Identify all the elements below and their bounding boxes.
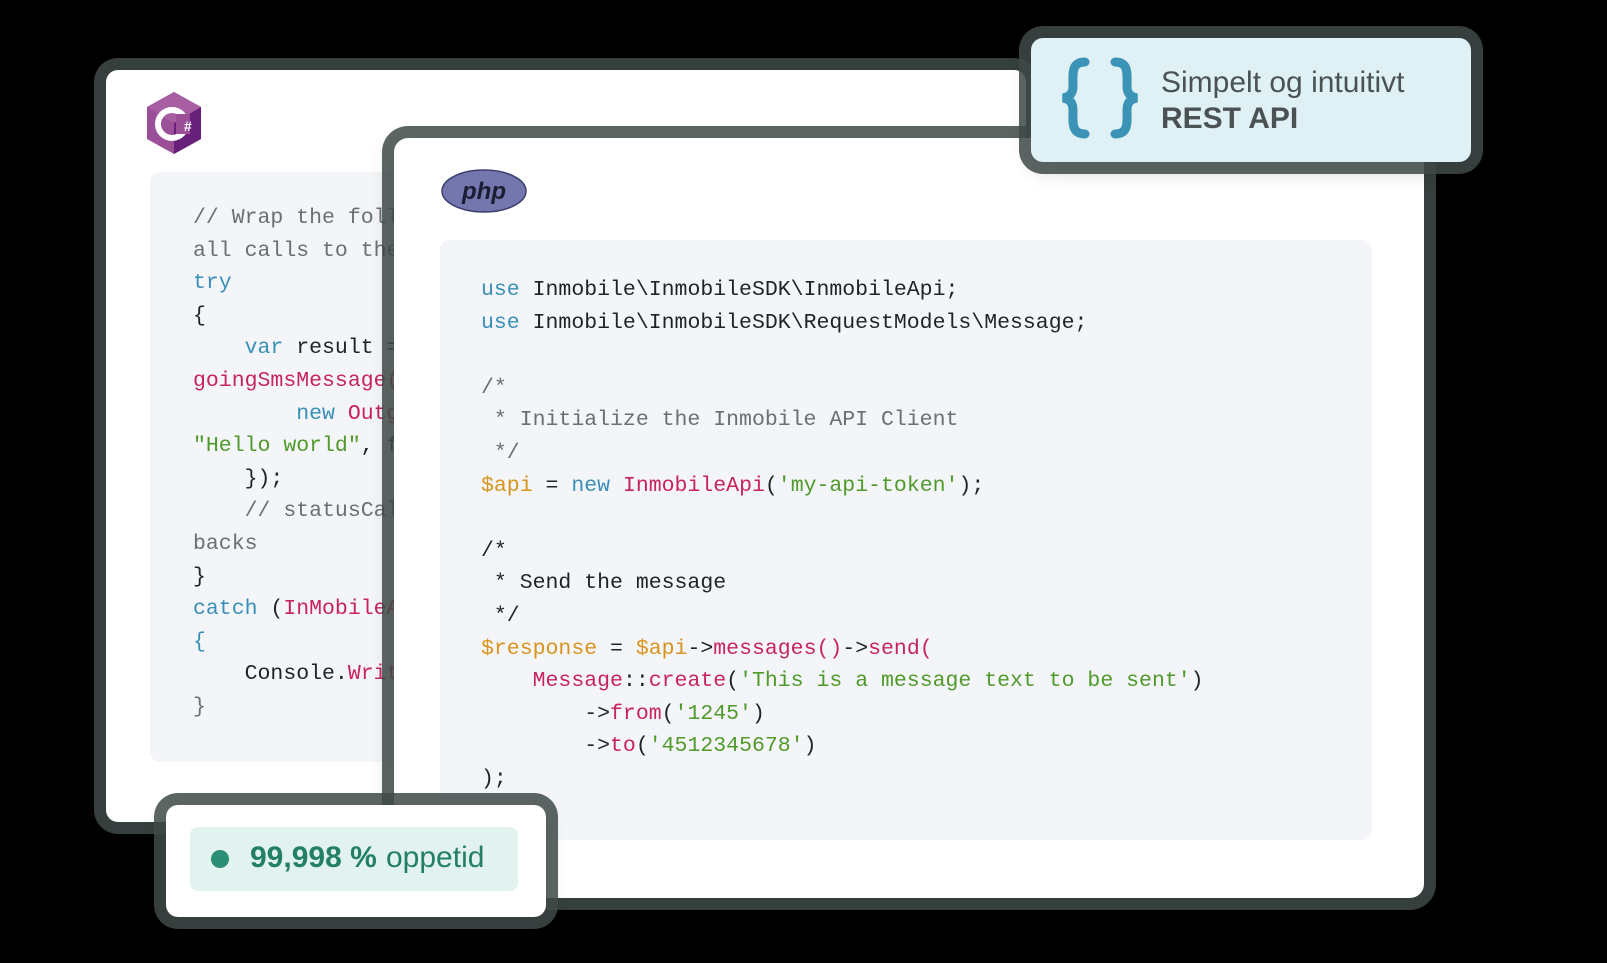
code-token: (: [257, 597, 284, 622]
code-token: Console.: [193, 662, 348, 687]
code-token: backs: [193, 531, 258, 556]
php-code-line: ->to('4512345678'): [481, 730, 1372, 763]
uptime-badge: 99,998 % oppetid: [190, 827, 518, 891]
php-code-line: use Inmobile\InmobileSDK\InmobileApi;: [481, 274, 1372, 307]
php-code-card: php use Inmobile\InmobileSDK\InmobileApi…: [394, 138, 1424, 898]
code-token: =: [532, 473, 572, 498]
php-code-line: [481, 502, 1372, 535]
code-token: }: [193, 564, 206, 589]
rest-callout-title: REST API: [1161, 102, 1299, 135]
code-token: $api: [635, 636, 688, 661]
code-token: '4512345678': [648, 734, 804, 759]
code-token: new: [296, 401, 335, 426]
code-token: try: [193, 271, 232, 296]
code-token: to: [610, 734, 636, 759]
code-token: ): [1190, 669, 1204, 694]
code-token: */: [481, 440, 520, 465]
code-token: result =: [283, 336, 400, 361]
code-token: ): [803, 734, 817, 759]
code-token: {: [193, 303, 206, 328]
php-code-line: /*: [481, 535, 1372, 568]
code-token: $api: [481, 473, 533, 498]
code-token: /*: [481, 375, 507, 400]
php-code-line: * Initialize the Inmobile API Client: [481, 404, 1372, 437]
code-token: * Initialize the Inmobile API Client: [481, 408, 959, 433]
code-token: (: [726, 669, 740, 694]
php-code-line: ->from('1245'): [481, 698, 1372, 731]
code-token: );: [481, 766, 507, 791]
code-token: Message: [532, 669, 623, 694]
csharp-logo-icon: #: [147, 92, 201, 154]
php-code-line: /*: [481, 372, 1372, 405]
php-logo-text: php: [461, 178, 506, 205]
code-token: messages(): [713, 636, 843, 661]
code-token: ->: [687, 636, 714, 661]
code-token: InMobileA: [283, 597, 400, 622]
php-code-line: Message::create('This is a message text …: [481, 665, 1372, 698]
code-token: send(: [868, 636, 933, 661]
uptime-label: oppetid: [386, 841, 485, 874]
code-token: (: [635, 734, 649, 759]
code-token: InmobileApi: [622, 473, 765, 498]
code-token: Inmobile\InmobileSDK\RequestModels\Messa…: [519, 310, 1088, 335]
code-token: // statusCal: [193, 499, 400, 524]
code-token: goingSmsMessage(: [193, 368, 400, 393]
code-token: Writ: [347, 662, 400, 687]
code-token: * Send the message: [481, 571, 727, 596]
php-code-block: use Inmobile\InmobileSDK\InmobileApi; use…: [440, 240, 1372, 840]
curly-braces-icon: [1062, 57, 1138, 139]
php-code-line: [481, 339, 1372, 372]
code-token: 'my-api-token': [777, 473, 959, 498]
php-code-line: */: [481, 437, 1372, 470]
code-token: ): [751, 701, 765, 726]
code-token: use: [481, 310, 520, 335]
code-token: ->: [481, 701, 611, 726]
code-token: var: [244, 336, 284, 361]
code-token: ::: [622, 669, 649, 694]
code-token: Inmobile\InmobileSDK\InmobileApi;: [519, 278, 959, 302]
code-token: );: [958, 473, 985, 498]
code-token: 'This is a message text to be sent': [739, 669, 1191, 694]
php-code-line: * Send the message: [481, 567, 1372, 600]
code-token: {: [193, 629, 206, 654]
php-logo-icon: php: [441, 169, 527, 213]
code-token: create: [648, 669, 727, 694]
code-token: // Wrap the foll: [193, 206, 400, 230]
code-token: $response: [481, 636, 598, 661]
code-token: });: [193, 466, 284, 491]
code-token: ->: [481, 734, 611, 759]
code-token: }: [193, 694, 206, 719]
code-token: (: [661, 701, 675, 726]
php-code-line: */: [481, 600, 1372, 633]
code-token: (: [764, 473, 778, 498]
code-token: Outg: [347, 401, 400, 426]
rest-callout-subtitle: Simpelt og intuitivt: [1161, 66, 1405, 99]
svg-text:#: #: [184, 118, 192, 134]
status-dot-icon: [211, 850, 229, 868]
code-token: /*: [481, 538, 507, 563]
php-code-line: $response = $api->messages()->send(: [481, 633, 1372, 666]
code-token: new: [571, 473, 611, 498]
php-code-line: use Inmobile\InmobileSDK\RequestModels\M…: [481, 307, 1372, 340]
code-token: all calls to the: [193, 238, 400, 263]
code-token: =: [597, 636, 636, 661]
code-token: "Hello world": [193, 434, 361, 459]
php-code-line: $api = new InmobileApi('my-api-token');: [481, 470, 1372, 503]
code-token: */: [481, 603, 520, 628]
uptime-card: 99,998 % oppetid: [166, 805, 546, 917]
rest-api-callout: Simpelt og intuitivt REST API: [1031, 38, 1471, 162]
code-token: '1245': [674, 701, 752, 726]
uptime-value: 99,998 %: [250, 841, 377, 874]
php-code-line: );: [481, 763, 1372, 796]
code-token: catch: [193, 597, 258, 622]
code-token: ->: [842, 636, 869, 661]
code-token: use: [481, 278, 520, 302]
code-token: from: [610, 701, 662, 726]
